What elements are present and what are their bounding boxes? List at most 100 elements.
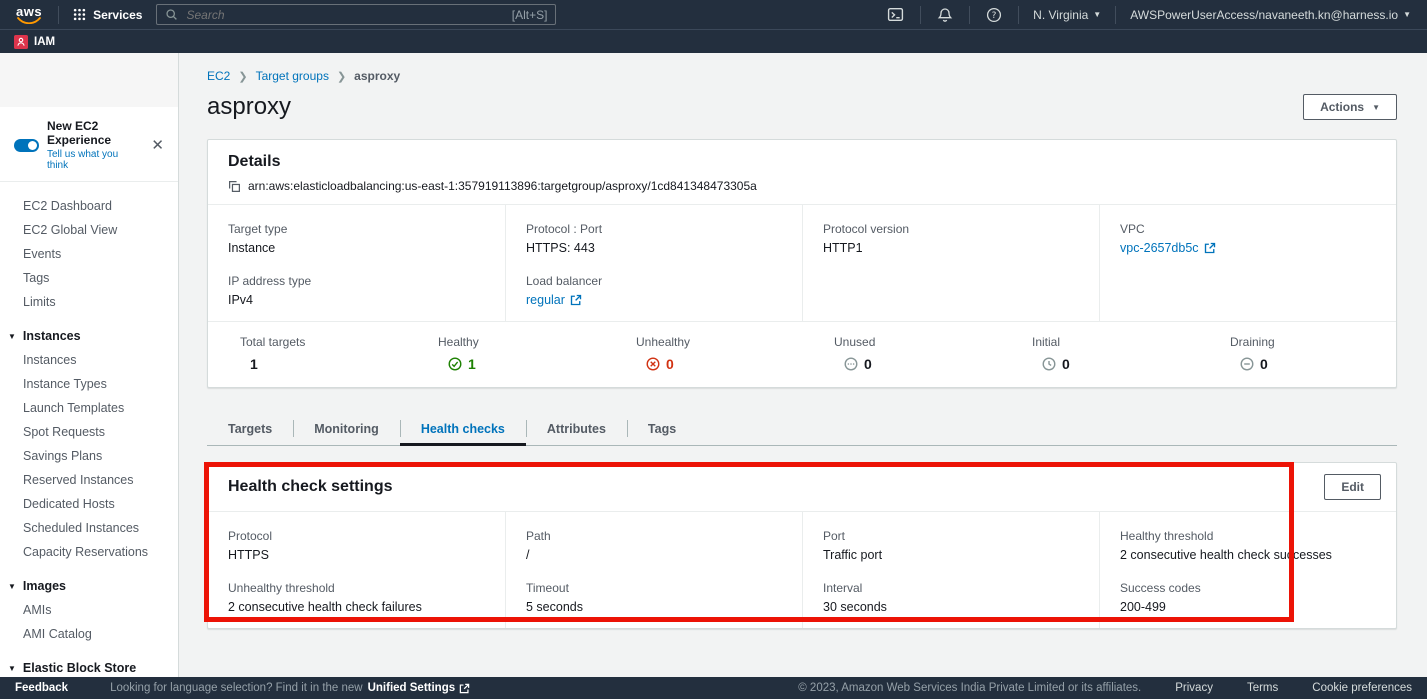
details-column-1: Target type Instance IP address type IPv… (208, 205, 505, 321)
section-label: Images (23, 579, 66, 593)
search-input[interactable] (184, 7, 505, 23)
cloudshell-button[interactable] (881, 6, 910, 23)
tab-attributes[interactable]: Attributes (526, 412, 627, 445)
x-circle-icon (646, 357, 660, 371)
field-target-type: Target type Instance (228, 222, 485, 255)
privacy-link[interactable]: Privacy (1175, 682, 1213, 694)
sidebar-item-events[interactable]: Events (0, 243, 178, 266)
chevron-right-icon: ❯ (238, 70, 247, 83)
terms-link[interactable]: Terms (1247, 682, 1278, 694)
close-icon[interactable]: ✕ (149, 136, 166, 154)
sidebar-item-instances[interactable]: Instances (0, 349, 178, 372)
sidebar-section-ebs[interactable]: ▼ Elastic Block Store (0, 652, 178, 677)
bell-icon (937, 7, 953, 23)
unified-settings-link[interactable]: Unified Settings (368, 682, 471, 694)
sidebar-item-tags[interactable]: Tags (0, 267, 178, 290)
field-label: IP address type (228, 274, 485, 288)
new-experience-text: New EC2 Experience Tell us what you thin… (47, 119, 141, 171)
feedback-button[interactable]: Feedback (15, 682, 68, 694)
summary-value: 1 (468, 356, 476, 372)
main-content: EC2 ❯ Target groups ❯ asproxy asproxy Ac… (179, 53, 1427, 677)
sidebar-item-dedicated-hosts[interactable]: Dedicated Hosts (0, 493, 178, 516)
tab-monitoring[interactable]: Monitoring (293, 412, 400, 445)
sidebar-item-ami-catalog[interactable]: AMI Catalog (0, 623, 178, 646)
new-experience-toggle[interactable] (14, 139, 39, 152)
body: New EC2 Experience Tell us what you thin… (0, 53, 1427, 677)
field-value: 200-499 (1120, 600, 1376, 614)
field-protocol-version: Protocol version HTTP1 (823, 222, 1079, 255)
minus-circle-icon (1240, 357, 1254, 371)
summary-label: Unused (834, 335, 1000, 349)
tab-tags[interactable]: Tags (627, 412, 697, 445)
actions-label: Actions (1320, 100, 1364, 114)
aws-logo[interactable]: aws (16, 6, 42, 24)
sidebar-item-instance-types[interactable]: Instance Types (0, 373, 178, 396)
breadcrumb-target-groups-link[interactable]: Target groups (256, 69, 329, 83)
summary-label: Healthy (438, 335, 604, 349)
caret-down-icon: ▼ (1093, 10, 1101, 19)
sidebar-item-launch-templates[interactable]: Launch Templates (0, 397, 178, 420)
details-column-2: Protocol : Port HTTPS: 443 Load balancer… (505, 205, 802, 321)
page-header: asproxy Actions ▼ (207, 93, 1397, 121)
field-value: 2 consecutive health check successes (1120, 548, 1376, 562)
copy-icon[interactable] (228, 180, 241, 193)
hc-column-1: Protocol HTTPS Unhealthy threshold 2 con… (208, 512, 505, 628)
help-button[interactable]: ? (980, 7, 1008, 23)
summary-label: Draining (1230, 335, 1396, 349)
account-menu[interactable]: AWSPowerUserAccess/navaneeth.kn@harness.… (1126, 8, 1415, 22)
divider (920, 6, 921, 24)
external-link-icon (570, 294, 582, 306)
copyright-text: © 2023, Amazon Web Services India Privat… (798, 682, 1141, 694)
ellipsis-circle-icon (844, 357, 858, 371)
field-label: Target type (228, 222, 485, 236)
sidebar-item-ec2-global-view[interactable]: EC2 Global View (0, 219, 178, 242)
sidebar-section-instances[interactable]: ▼ Instances (0, 320, 178, 348)
region-selector[interactable]: N. Virginia ▼ (1029, 8, 1105, 22)
summary-label: Unhealthy (636, 335, 802, 349)
breadcrumb-ec2-link[interactable]: EC2 (207, 69, 230, 83)
sidebar-item-ec2-dashboard[interactable]: EC2 Dashboard (0, 195, 178, 218)
notifications-button[interactable] (931, 7, 959, 23)
sidebar: New EC2 Experience Tell us what you thin… (0, 53, 179, 677)
language-prompt: Looking for language selection? Find it … (110, 682, 363, 694)
cookie-preferences-link[interactable]: Cookie preferences (1312, 682, 1412, 694)
field-value: IPv4 (228, 293, 485, 307)
region-label: N. Virginia (1033, 8, 1088, 22)
load-balancer-link[interactable]: regular (526, 293, 782, 307)
summary-value: 0 (666, 356, 674, 372)
search-icon (165, 8, 178, 21)
summary-label: Total targets (240, 335, 406, 349)
favorite-iam-label: IAM (34, 36, 55, 48)
summary-label: Initial (1032, 335, 1198, 349)
favorite-iam-link[interactable]: IAM (14, 35, 55, 49)
field-value: 5 seconds (526, 600, 782, 614)
tell-us-link[interactable]: Tell us what you think (47, 149, 141, 171)
sidebar-item-spot-requests[interactable]: Spot Requests (0, 421, 178, 444)
sidebar-item-capacity-reservations[interactable]: Capacity Reservations (0, 541, 178, 564)
sidebar-item-limits[interactable]: Limits (0, 291, 178, 314)
sidebar-spacer (0, 53, 178, 107)
summary-unhealthy: Unhealthy 0 (604, 335, 802, 372)
section-label: Instances (23, 329, 81, 343)
tab-health-checks[interactable]: Health checks (400, 412, 526, 446)
targets-summary-row: Total targets 1 Healthy 1 Unhealthy 0 (208, 321, 1396, 387)
actions-button[interactable]: Actions ▼ (1303, 94, 1397, 120)
field-value: HTTP1 (823, 241, 1079, 255)
iam-service-icon (14, 35, 28, 49)
health-check-grid: Protocol HTTPS Unhealthy threshold 2 con… (208, 511, 1396, 628)
field-label: Path (526, 529, 782, 543)
details-header: Details arn:aws:elasticloadbalancing:us-… (208, 140, 1396, 204)
footer-bar: Feedback Looking for language selection?… (0, 677, 1427, 699)
sidebar-item-savings-plans[interactable]: Savings Plans (0, 445, 178, 468)
sidebar-section-images[interactable]: ▼ Images (0, 570, 178, 598)
tab-targets[interactable]: Targets (207, 412, 293, 445)
caret-down-icon: ▼ (8, 664, 16, 673)
sidebar-item-amis[interactable]: AMIs (0, 599, 178, 622)
sidebar-item-reserved-instances[interactable]: Reserved Instances (0, 469, 178, 492)
divider (1115, 6, 1116, 24)
field-label: Protocol : Port (526, 222, 782, 236)
services-menu-button[interactable]: Services (69, 8, 146, 22)
edit-button[interactable]: Edit (1324, 474, 1381, 500)
sidebar-item-scheduled-instances[interactable]: Scheduled Instances (0, 517, 178, 540)
vpc-link[interactable]: vpc-2657db5c (1120, 241, 1376, 255)
